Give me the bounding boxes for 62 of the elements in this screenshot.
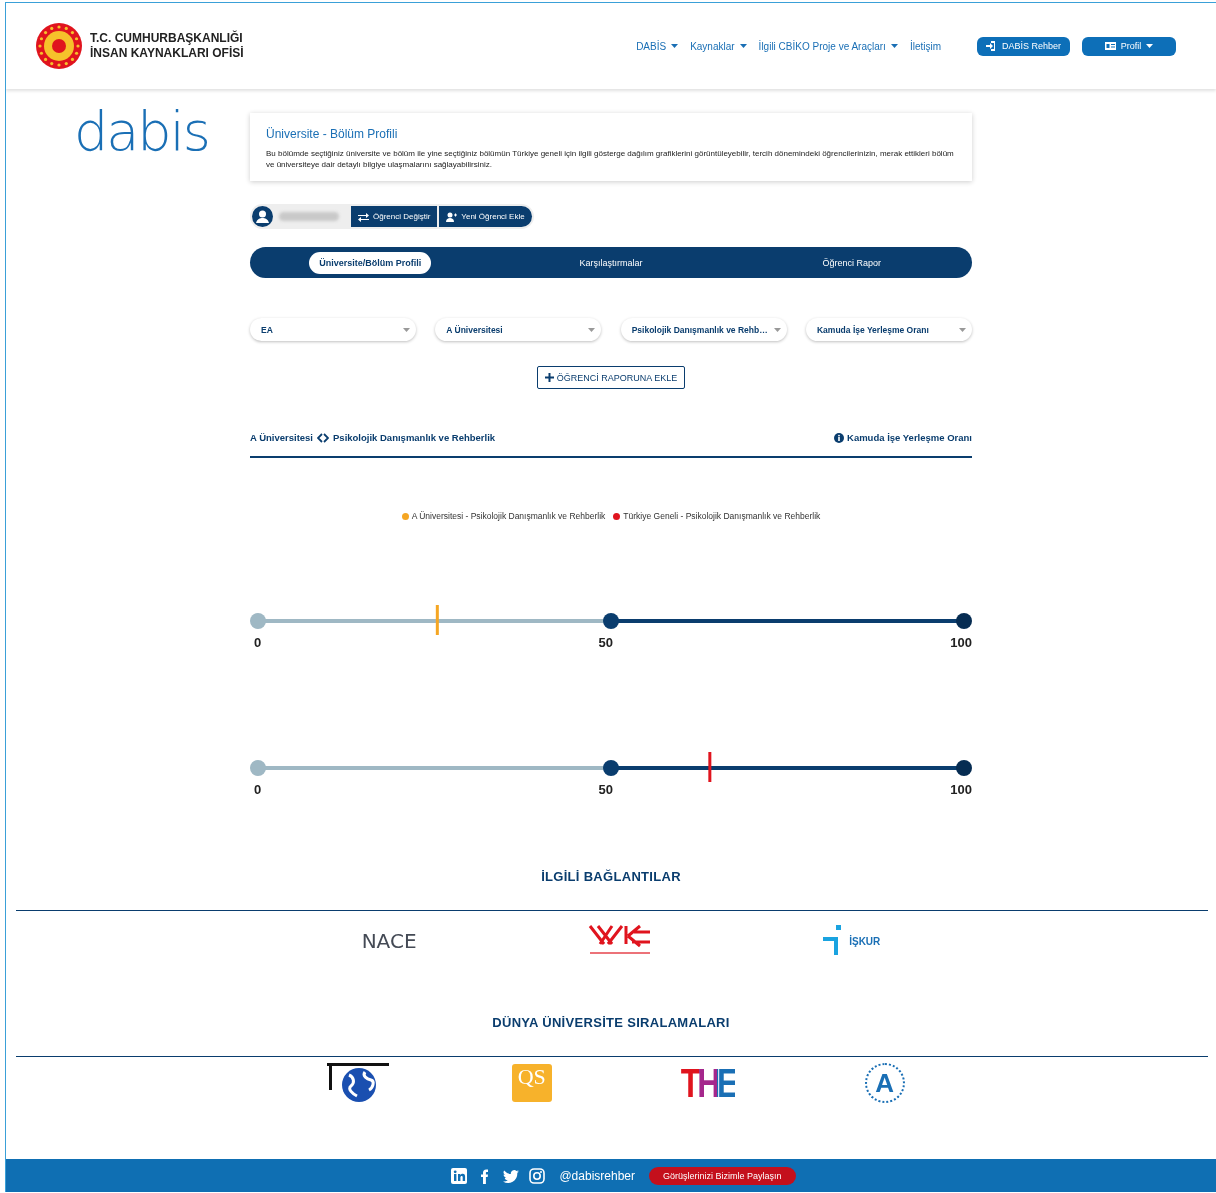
code-brackets-icon bbox=[317, 432, 329, 443]
globe-logo[interactable] bbox=[327, 1063, 390, 1103]
caret-icon bbox=[403, 327, 410, 332]
dropdown[interactable]: Kamuda İşe Yerleşme Oranı bbox=[806, 318, 972, 341]
switch-student-button[interactable]: Öğrenci Değiştir bbox=[351, 206, 438, 227]
org-name: T.C. CUMHURBAŞKANLIĞI bbox=[90, 31, 244, 46]
nav-link[interactable]: DABİS bbox=[636, 40, 679, 52]
swap-icon bbox=[358, 211, 369, 222]
legend-label: A Üniversitesi - Psikolojik Danışmanlık ve Rehberlik bbox=[411, 511, 606, 521]
feedback-button[interactable]: Görüşlerinizi Bizimle Paylaşın bbox=[649, 1166, 796, 1185]
info-icon bbox=[834, 432, 844, 443]
twitter-icon[interactable] bbox=[503, 1167, 520, 1184]
department-name: Psikolojik Danışmanlık ve Rehberlik bbox=[333, 432, 496, 443]
related-links-title: İLGİLİ BAĞLANTILAR bbox=[540, 869, 682, 884]
caret-icon bbox=[1146, 44, 1154, 48]
caret-icon bbox=[671, 44, 679, 48]
nav-link[interactable]: Kaynaklar bbox=[690, 40, 747, 52]
iskur-text: İŞKUR bbox=[849, 935, 881, 947]
nav-link[interactable]: İlgili CBİKO Proje ve Araçları bbox=[758, 40, 898, 52]
tab[interactable]: Üniversite/Bölüm Profili bbox=[309, 251, 432, 274]
legend-label: Türkiye Geneli - Psikolojik Danışmanlık ve Rehberlik bbox=[623, 511, 821, 521]
linkedin-icon[interactable] bbox=[451, 1167, 468, 1184]
social-handle: @dabisrehber bbox=[559, 1168, 635, 1183]
nav-link[interactable]: İletişim bbox=[909, 40, 941, 52]
tab[interactable]: Karşılaştırmalar bbox=[569, 251, 653, 274]
tab[interactable]: Öğrenci Rapor bbox=[812, 251, 891, 274]
add-report-button[interactable]: ÖĞRENCİ RAPORUNA EKLE bbox=[536, 366, 686, 389]
rankings-title: DÜNYA ÜNİVERSİTE SIRALAMALARI bbox=[491, 1015, 731, 1030]
caret-icon bbox=[773, 327, 781, 332]
dropdown[interactable]: EA bbox=[250, 318, 416, 341]
indicator-name: Kamuda İşe Yerleşme Oranı bbox=[847, 432, 972, 443]
info-title: Üniversite - Bölüm Profili bbox=[266, 127, 399, 141]
user-plus-icon bbox=[446, 211, 458, 222]
sign-in-icon bbox=[986, 41, 997, 51]
org-name: İNSAN KAYNAKLARI OFİSİ bbox=[90, 46, 244, 61]
caret-icon bbox=[739, 44, 747, 48]
iskur-logo[interactable]: İŞKUR bbox=[823, 925, 881, 957]
arwu-logo[interactable]: A bbox=[864, 1063, 905, 1103]
id-card-icon bbox=[1104, 41, 1116, 51]
gauge-tick: 100 bbox=[950, 635, 972, 650]
profile-button[interactable]: Profil bbox=[1082, 36, 1176, 56]
caret-icon bbox=[890, 44, 898, 48]
gauge-tick: 50 bbox=[598, 782, 613, 797]
blurred-name bbox=[279, 212, 339, 221]
add-student-button[interactable]: Yeni Öğrenci Ekle bbox=[439, 206, 532, 227]
gauge-tick: 50 bbox=[598, 635, 613, 650]
nace-logo[interactable]: NACE bbox=[361, 929, 417, 953]
instagram-icon[interactable] bbox=[529, 1167, 546, 1184]
dropdown[interactable]: A Üniversitesi bbox=[435, 318, 602, 341]
gauge-tick: 100 bbox=[950, 782, 972, 797]
gauge-tick: 0 bbox=[254, 635, 262, 650]
emblem-icon bbox=[36, 23, 82, 69]
avatar-icon bbox=[252, 206, 273, 227]
university-name: A Üniversitesi bbox=[250, 432, 313, 443]
guide-button[interactable]: DABİS Rehber bbox=[977, 36, 1070, 56]
gauge-tick: 0 bbox=[254, 782, 262, 797]
info-text: Bu bölümde seçtiğiniz üniversite ve bölüm ile yine seçtiğiniz bölümün Türkiye geneli için ilgili gösterge dağılım grafiklerini görüntüleyebilir, tercih dönemindeki öğrencilerinizin, merak ettikleri bölüm ve üniversiteye dair detaylı bilgiye ulaşmalarını sağlayabilirsiniz. bbox=[266, 148, 955, 170]
dabis-logo: dabis bbox=[73, 99, 210, 159]
caret-icon bbox=[959, 327, 966, 332]
caret-icon bbox=[588, 327, 596, 332]
plus-icon bbox=[544, 373, 554, 382]
dropdown[interactable]: Psikolojik Danışmanlık ve Rehb… bbox=[620, 318, 787, 341]
